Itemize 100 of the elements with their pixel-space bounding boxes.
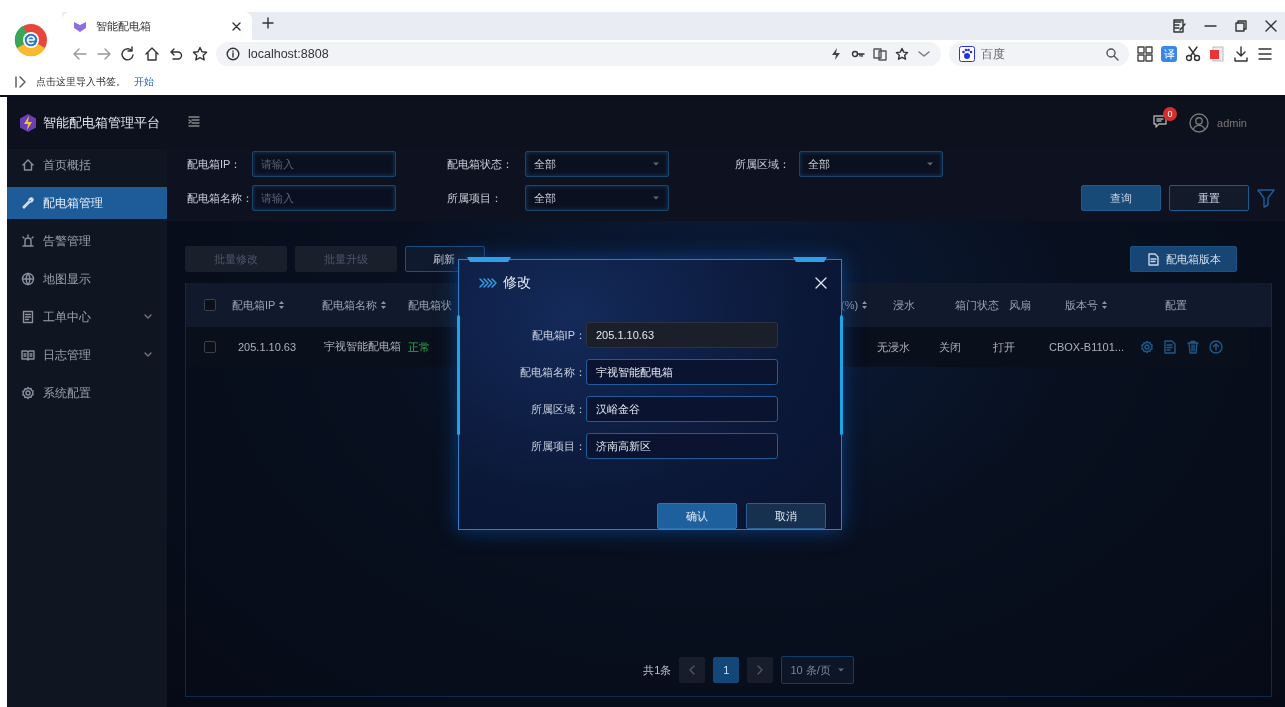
input-field[interactable]: 请输入 [252,151,396,177]
checkbox[interactable] [204,341,216,353]
document-icon [21,310,35,324]
file-icon [1146,252,1160,266]
scissors-icon[interactable] [1185,46,1201,62]
column-header[interactable]: 配置 [1159,297,1187,313]
sidebar-item[interactable]: 配电箱管理 [7,187,167,219]
sidebar-item[interactable]: 日志管理 [7,339,167,371]
alarm-icon [21,234,35,248]
field-label: 配电箱名称： [519,364,586,380]
message-icon[interactable] [1153,114,1168,128]
column-header[interactable]: 配电箱名称 [316,297,387,313]
qr-grid-icon[interactable] [1137,46,1153,62]
tab-favicon-icon [72,19,88,33]
restore-icon[interactable] [1235,20,1247,32]
chevron-right-icon [756,665,765,675]
undo-icon[interactable] [168,46,184,62]
import-icon[interactable] [14,74,28,89]
menu-collapse-icon[interactable] [187,115,201,128]
sort-icon[interactable] [380,300,387,310]
caret-icon [836,667,845,673]
translate-icon[interactable] [873,47,887,61]
input-field[interactable]: 汉峪金谷 [586,396,778,422]
star-icon[interactable] [895,47,909,61]
wrench-icon [21,196,35,210]
browser-logo-icon[interactable] [14,23,48,57]
sidebar-item[interactable]: 系统配置 [7,377,167,409]
browser-tab[interactable]: 智能配电箱 [62,12,252,40]
field-label: 所属区域： [530,401,586,417]
bookmark-link[interactable]: 开始 [134,74,154,89]
back-icon[interactable] [72,46,88,62]
column-header[interactable]: 风扇 [1003,297,1031,313]
sort-icon[interactable] [1101,300,1108,310]
table-cell-text: 无浸水 [876,339,911,355]
version-button[interactable]: 配电箱版本 [1130,246,1237,272]
caret-icon [926,161,934,167]
gear-icon [21,386,35,400]
table-cell-text: CBOX-B1101... [1048,341,1125,353]
chevrons-icon [479,278,497,288]
sidebar-item[interactable]: 告警管理 [7,225,167,257]
star-icon[interactable] [192,46,208,62]
avatar-icon[interactable] [1189,113,1210,133]
caret-icon [652,195,660,201]
column-header[interactable]: 箱门状态 [949,297,999,313]
home-icon[interactable] [144,46,160,62]
column-header[interactable]: 版本号 [1059,297,1108,313]
address-bar[interactable]: localhost:8808 [216,42,941,66]
close-icon[interactable] [231,20,242,32]
chevron-left-icon [688,665,697,675]
dialog-title: 修改 [503,274,532,292]
confirm-button[interactable]: 确认 [657,503,737,529]
column-header[interactable]: 配电箱IP [226,297,286,313]
close-icon[interactable] [1265,20,1277,32]
column-header[interactable]: (%) [835,299,869,311]
checkbox[interactable] [204,299,216,311]
user-name[interactable]: admin [1217,117,1247,129]
caret-icon [652,161,660,167]
select-field[interactable]: 全部 [799,151,943,177]
select-field[interactable]: 全部 [525,151,669,177]
sort-icon[interactable] [861,300,869,310]
lightning-icon[interactable] [829,47,843,61]
query-button[interactable]: 查询 [1081,185,1161,211]
document-icon[interactable] [1163,340,1177,354]
gear-icon[interactable] [1140,340,1154,354]
page-button[interactable]: 1 [713,657,740,683]
sidebar-item[interactable]: 首页概括 [7,149,167,181]
note-icon[interactable] [1172,19,1186,33]
new-tab-icon[interactable] [262,17,274,29]
cancel-button[interactable]: 取消 [746,503,826,529]
input-field[interactable]: 济南高新区 [586,433,778,459]
input-field[interactable]: 请输入 [252,185,396,211]
sort-icon[interactable] [278,300,286,310]
column-header[interactable]: 浸水 [887,297,915,313]
book-icon [21,348,35,362]
table-cell-text: 205.1.10.63 [237,341,298,353]
search-field[interactable]: 百度 [949,42,1129,66]
reset-button[interactable]: 重置 [1169,185,1249,211]
translate-button[interactable]: 译 [1161,46,1177,62]
table-cell-text: 宇视智能配电箱 [323,340,402,354]
reload-icon[interactable] [120,46,136,62]
select-field[interactable]: 全部 [525,185,669,211]
sidebar-item[interactable]: 地图显示 [7,263,167,295]
sidebar-item[interactable]: 工单中心 [7,301,167,333]
forward-icon[interactable] [96,46,112,62]
field-label: 所属项目： [530,438,586,454]
field-label: 配电箱IP： [530,327,586,343]
table-cell-text: 关闭 [938,339,962,355]
logo-icon [18,113,38,133]
pdf-icon[interactable] [1209,46,1225,62]
corner-decoration-icon [467,257,511,262]
filter-icon[interactable] [1257,188,1275,208]
search-icon[interactable] [1105,47,1119,61]
upload-icon[interactable] [1209,340,1223,354]
input-field[interactable]: 宇视智能配电箱 [586,359,778,385]
column-header[interactable]: 配电箱状 [402,297,452,313]
menu-icon[interactable] [1257,46,1273,62]
download-icon[interactable] [1233,46,1249,62]
page-size-select[interactable]: 10 条/页 [781,656,854,684]
filter-label: 所属区域： [735,156,791,172]
trash-icon[interactable] [1186,340,1200,354]
